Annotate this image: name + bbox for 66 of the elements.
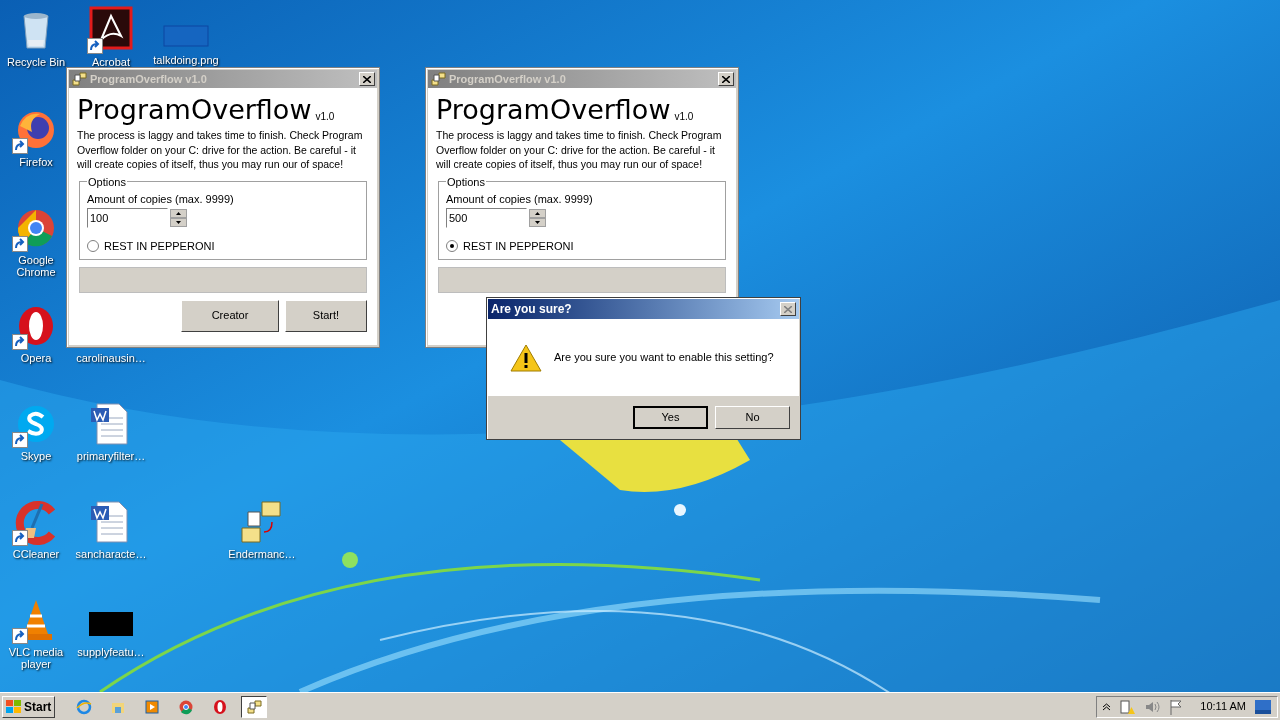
window-title: ProgramOverflow v1.0: [90, 71, 208, 87]
close-icon: [363, 75, 371, 83]
up-arrow-icon: [535, 212, 540, 215]
warning-icon: [510, 343, 542, 372]
icon-label[interactable]: talkdoing.png: [153, 54, 219, 66]
amount-label: Amount of copies (max. 9999): [87, 192, 235, 206]
dialog-message: Are you sure you want to enable this setting?: [554, 350, 774, 366]
network-warning-icon[interactable]: [1119, 698, 1136, 715]
app-heading: ProgramOverflow: [77, 94, 312, 126]
spin-buttons[interactable]: [529, 209, 546, 227]
taskbar-button[interactable]: [241, 695, 268, 718]
icon-label[interactable]: supplyfeatu…: [77, 646, 145, 658]
close-button[interactable]: [780, 302, 796, 316]
options-legend: Options: [446, 173, 486, 190]
radio-label[interactable]: REST IN PEPPERONI: [104, 238, 215, 255]
dialog-button[interactable]: Yes: [633, 405, 708, 429]
close-icon: [722, 75, 730, 83]
ie-icon: [76, 698, 93, 715]
close-button[interactable]: [718, 72, 734, 86]
app-icon: [430, 71, 446, 87]
chrome-icon: [178, 698, 195, 715]
icon-label[interactable]: sancharacte…: [75, 548, 147, 560]
icon-label[interactable]: Skype: [20, 450, 52, 462]
description-text: The process is laggy and takes time to finish. Check Program Overflow folder on your C: drive for the action. Be careful - it will create copies of itself, thus you may run our of space!: [77, 128, 364, 172]
icon-label[interactable]: primaryfilter…: [76, 450, 146, 462]
radio-label[interactable]: REST IN PEPPERONI: [463, 238, 574, 255]
down-arrow-icon: [535, 221, 540, 224]
icon-label[interactable]: carolinausin…: [76, 352, 146, 364]
dialog-title: Are you sure?: [491, 301, 573, 318]
window-title: ProgramOverflow v1.0: [449, 71, 567, 87]
icon-label[interactable]: CCleaner: [12, 548, 60, 560]
icon-label[interactable]: VLC media player: [6, 646, 66, 670]
amount-field[interactable]: 100: [87, 208, 168, 228]
app-heading: ProgramOverflow: [436, 94, 671, 126]
show-desktop-icon[interactable]: [1255, 699, 1271, 714]
dialog-button[interactable]: No: [715, 405, 790, 429]
windows-logo-icon: [6, 699, 22, 714]
close-button[interactable]: [359, 72, 375, 86]
window-button[interactable]: Creator: [181, 299, 279, 332]
icon-label[interactable]: Firefox: [19, 156, 53, 168]
icon-label[interactable]: Acrobat: [92, 56, 130, 68]
options-legend: Options: [87, 173, 127, 190]
close-icon: [784, 305, 792, 313]
icon-label[interactable]: Endermanc…: [228, 548, 296, 560]
clock[interactable]: 10:11 AM: [1200, 698, 1246, 715]
version-label: v1.0: [315, 110, 335, 124]
chevron-up-icon[interactable]: [1103, 702, 1111, 711]
icon-label[interactable]: Opera: [20, 352, 52, 364]
icon-label[interactable]: Google Chrome: [6, 254, 66, 278]
version-label: v1.0: [674, 110, 694, 124]
description-text: The process is laggy and takes time to finish. Check Program Overflow folder on your C: drive for the action. Be careful - it will create copies of itself, thus you may run our of space!: [436, 128, 723, 172]
up-arrow-icon: [176, 212, 181, 215]
program-icon: [246, 698, 263, 715]
window-button[interactable]: Start!: [285, 299, 367, 332]
flag-icon[interactable]: [1169, 698, 1184, 715]
down-arrow-icon: [176, 221, 181, 224]
icon-label[interactable]: Recycle Bin: [6, 56, 66, 68]
radio-button[interactable]: [446, 240, 458, 253]
media-icon: [144, 698, 161, 715]
app-icon: [71, 71, 87, 87]
amount-field[interactable]: 500: [446, 208, 527, 228]
amount-label: Amount of copies (max. 9999): [446, 192, 594, 206]
radio-button[interactable]: [87, 240, 99, 253]
start-button[interactable]: Start: [2, 695, 56, 718]
spin-buttons[interactable]: [170, 209, 187, 227]
opera-icon: [212, 698, 229, 715]
